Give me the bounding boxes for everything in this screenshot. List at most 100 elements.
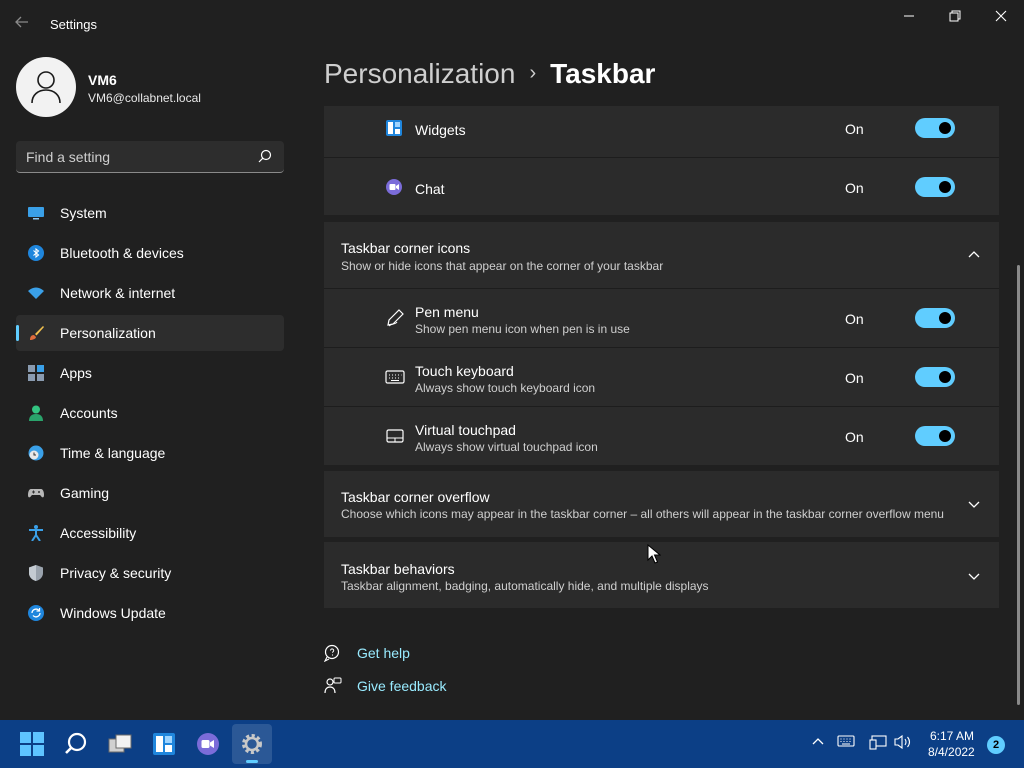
update-icon — [28, 605, 44, 621]
breadcrumb-parent[interactable]: Personalization — [324, 58, 515, 89]
search-icon[interactable] — [258, 149, 272, 163]
divider — [324, 347, 999, 348]
toggle-knob — [939, 312, 951, 324]
touch-keyboard-toggle-state: On — [845, 370, 864, 386]
breadcrumb: Personalization › Taskbar — [324, 58, 655, 90]
user-name: VM6 — [88, 72, 117, 88]
behaviors-subtitle: Taskbar alignment, badging, automaticall… — [341, 579, 709, 593]
behaviors-card[interactable]: Taskbar behaviors Taskbar alignment, bad… — [324, 542, 999, 608]
pen-icon — [385, 308, 405, 328]
touch-keyboard-label: Touch keyboard — [415, 363, 514, 379]
virtual-touchpad-subtitle: Always show virtual touchpad icon — [415, 440, 598, 454]
show-hidden-icons-chevron-icon[interactable] — [811, 734, 825, 748]
pen-menu-toggle[interactable] — [915, 308, 955, 328]
sidebar-item-label: Time & language — [60, 445, 166, 461]
search-icon — [65, 732, 87, 754]
corner-overflow-subtitle: Choose which icons may appear in the tas… — [341, 507, 944, 521]
sidebar-item-label: Accounts — [60, 405, 118, 421]
widgets-button[interactable] — [144, 724, 184, 764]
virtual-touchpad-toggle-row: On — [845, 426, 955, 448]
sidebar-nav: System Bluetooth & devices Network & int… — [16, 195, 284, 635]
divider — [324, 288, 999, 289]
sidebar-item-windows-update[interactable]: Windows Update — [16, 595, 284, 631]
sidebar-item-bluetooth[interactable]: Bluetooth & devices — [16, 235, 284, 271]
widgets-label: Widgets — [415, 122, 466, 138]
volume-icon[interactable] — [894, 734, 912, 750]
widgets-toggle-state: On — [845, 121, 864, 137]
task-view-icon — [108, 734, 132, 753]
sidebar-item-system[interactable]: System — [16, 195, 284, 231]
sidebar-item-label: System — [60, 205, 107, 221]
back-arrow-icon[interactable] — [14, 14, 34, 34]
avatar — [16, 57, 76, 117]
virtual-touchpad-label: Virtual touchpad — [415, 422, 516, 438]
notification-badge[interactable]: 2 — [987, 736, 1005, 754]
chevron-up-icon[interactable] — [967, 250, 981, 260]
scrollbar[interactable] — [1017, 265, 1020, 705]
shield-icon — [29, 565, 43, 581]
chat-button[interactable] — [188, 724, 228, 764]
sidebar-item-accounts[interactable]: Accounts — [16, 395, 284, 431]
sidebar-item-privacy-security[interactable]: Privacy & security — [16, 555, 284, 591]
chevron-down-icon[interactable] — [967, 499, 981, 509]
touch-keyboard-toggle-row: On — [845, 367, 955, 389]
sidebar-item-accessibility[interactable]: Accessibility — [16, 515, 284, 551]
chat-toggle[interactable] — [915, 177, 955, 197]
bluetooth-icon — [28, 245, 44, 261]
chat-icon — [385, 178, 405, 198]
sidebar-item-label: Gaming — [60, 485, 110, 501]
touch-keyboard-subtitle: Always show touch keyboard icon — [415, 381, 596, 395]
sidebar-item-network[interactable]: Network & internet — [16, 275, 284, 311]
get-help-link[interactable]: Get help — [357, 645, 410, 661]
clock-date[interactable]: 8/4/2022 — [928, 745, 975, 759]
chevron-down-icon[interactable] — [967, 571, 981, 581]
clock-globe-icon — [28, 445, 44, 461]
apps-icon — [28, 365, 44, 381]
task-view-button[interactable] — [100, 724, 140, 764]
sidebar-item-label: Personalization — [60, 325, 156, 341]
pen-menu-toggle-state: On — [845, 311, 864, 327]
help-chat-icon — [324, 644, 340, 662]
toggle-knob — [939, 181, 951, 193]
clock-time[interactable]: 6:17 AM — [930, 729, 974, 743]
sidebar-item-time-language[interactable]: Time & language — [16, 435, 284, 471]
user-email: VM6@collabnet.local — [88, 91, 201, 105]
widgets-toggle-row: On — [845, 118, 955, 140]
sidebar-item-gaming[interactable]: Gaming — [16, 475, 284, 511]
sidebar-item-label: Apps — [60, 365, 92, 381]
virtual-touchpad-toggle[interactable] — [915, 426, 955, 446]
settings-app-button[interactable] — [232, 724, 272, 764]
network-icon[interactable] — [869, 734, 887, 750]
minimize-icon[interactable] — [894, 6, 924, 28]
virtual-touchpad-toggle-state: On — [845, 429, 864, 445]
corner-overflow-card[interactable]: Taskbar corner overflow Choose which ico… — [324, 471, 999, 537]
search-box[interactable] — [16, 141, 284, 173]
system-taskbar: 6:17 AM 8/4/2022 — [0, 720, 1024, 768]
corner-icons-header[interactable]: Taskbar corner icons Show or hide icons … — [324, 222, 999, 288]
sidebar-item-label: Bluetooth & devices — [60, 245, 184, 261]
widgets-toggle[interactable] — [915, 118, 955, 138]
touch-keyboard-toggle[interactable] — [915, 367, 955, 387]
system-monitor-icon — [28, 207, 44, 220]
taskbar-search-button[interactable] — [56, 724, 96, 764]
give-feedback-link[interactable]: Give feedback — [357, 678, 447, 694]
breadcrumb-separator: › — [529, 62, 537, 84]
toggle-knob — [939, 430, 951, 442]
toggle-knob — [939, 122, 951, 134]
sidebar-item-apps[interactable]: Apps — [16, 355, 284, 391]
close-icon[interactable] — [986, 6, 1016, 28]
taskbar-items-card: Widgets On Chat On — [324, 106, 999, 215]
feedback-icon — [324, 677, 342, 694]
mouse-cursor-icon — [647, 544, 661, 564]
start-button[interactable] — [12, 724, 52, 764]
chat-toggle-row: On — [845, 177, 955, 199]
sidebar-item-personalization[interactable]: Personalization — [16, 315, 284, 351]
sidebar-item-label: Network & internet — [60, 285, 176, 301]
pen-menu-toggle-row: On — [845, 308, 955, 330]
person-icon — [31, 71, 61, 104]
keyboard-icon[interactable] — [837, 734, 855, 748]
search-input[interactable] — [26, 141, 246, 172]
restore-icon[interactable] — [940, 6, 970, 28]
touchpad-icon — [385, 426, 405, 446]
sidebar-item-label: Windows Update — [60, 605, 166, 621]
